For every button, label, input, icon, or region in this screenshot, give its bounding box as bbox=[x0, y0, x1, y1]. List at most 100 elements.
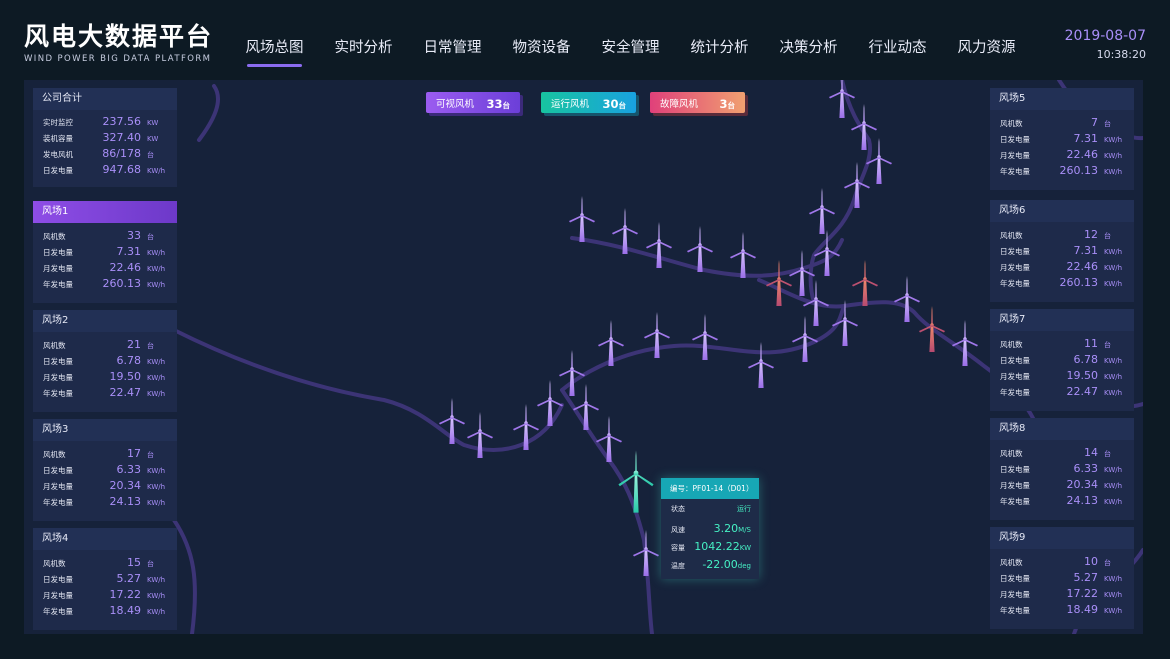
row-label: 年发电量 bbox=[43, 389, 73, 398]
farm-stat-row: 年发电量 260.13 KW/h bbox=[33, 277, 177, 293]
tooltip-label: 风速 bbox=[671, 526, 685, 534]
farm-card[interactable]: 风场1 风机数 33 台日发电量 7.31 KW/h 月发电量 22.46 KW/h 年发电量 26… bbox=[33, 201, 177, 303]
row-label: 日发电量 bbox=[1000, 356, 1030, 365]
turbine-icon[interactable] bbox=[573, 384, 599, 430]
farm-card[interactable]: 风场8 风机数 14 台日发电量 6.33 KW/h 月发电量 20.34 KW/h 年发电量 24… bbox=[990, 418, 1134, 520]
turbine-icon[interactable] bbox=[851, 104, 877, 150]
row-value: 7.31 bbox=[1073, 132, 1099, 145]
turbine-icon[interactable] bbox=[439, 398, 465, 444]
row-value: 7 bbox=[1091, 116, 1098, 129]
row-label: 日发电量 bbox=[43, 357, 73, 366]
visible-turbines-badge[interactable]: 可视风机 33台 bbox=[426, 92, 520, 113]
row-label: 年发电量 bbox=[1000, 279, 1030, 288]
badge-count: 30 bbox=[602, 97, 619, 111]
farm-card[interactable]: 风场7 风机数 11 台日发电量 6.78 KW/h 月发电量 19.50 KW/h 年发电量 22… bbox=[990, 309, 1134, 411]
farm-card[interactable]: 风场3 风机数 17 台日发电量 6.33 KW/h 月发电量 20.34 KW/h 年发电量 24… bbox=[33, 419, 177, 521]
nav-tab[interactable]: 风场总图 bbox=[230, 36, 319, 67]
farm-stat-row: 年发电量 260.13 KW/h bbox=[990, 276, 1134, 292]
row-unit: KW/h bbox=[147, 608, 166, 616]
row-label: 风机数 bbox=[1000, 558, 1023, 567]
road-segment bbox=[172, 328, 564, 452]
nav-tab[interactable]: 日常管理 bbox=[408, 36, 497, 67]
turbine-icon[interactable] bbox=[569, 196, 595, 242]
nav-tab[interactable]: 风力资源 bbox=[942, 36, 1031, 67]
row-unit: KW/h bbox=[1104, 389, 1123, 397]
row-unit: KW/h bbox=[147, 483, 166, 491]
turbine-icon[interactable] bbox=[537, 380, 563, 426]
farm-card[interactable]: 风场4 风机数 15 台日发电量 5.27 KW/h 月发电量 17.22 KW/h 年发电量 18… bbox=[33, 528, 177, 630]
farm-stat-row: 月发电量 20.34 KW/h bbox=[33, 479, 177, 495]
row-unit: 台 bbox=[147, 560, 154, 568]
farm-stat-row: 年发电量 18.49 KW/h bbox=[33, 604, 177, 620]
row-unit: KW/h bbox=[147, 167, 166, 175]
row-label: 风机数 bbox=[43, 559, 66, 568]
turbine-icon[interactable] bbox=[692, 314, 718, 360]
farm-stat-row: 日发电量 6.78 KW/h bbox=[990, 353, 1134, 369]
selected-turbine-icon[interactable] bbox=[618, 450, 654, 513]
nav-tab[interactable]: 决策分析 bbox=[764, 36, 853, 67]
row-label: 日发电量 bbox=[1000, 574, 1030, 583]
farm-stat-row: 月发电量 19.50 KW/h bbox=[990, 369, 1134, 385]
farm-stat-row: 日发电量 5.27 KW/h bbox=[990, 571, 1134, 587]
running-turbines-badge[interactable]: 运行风机 30台 bbox=[541, 92, 636, 113]
badge-label: 故障风机 bbox=[660, 98, 699, 110]
farm-card[interactable]: 风场2 风机数 21 台日发电量 6.78 KW/h 月发电量 19.50 KW/h 年发电量 22… bbox=[33, 310, 177, 412]
farm-stat-row: 年发电量 24.13 KW/h bbox=[990, 494, 1134, 510]
row-unit: KW/h bbox=[147, 265, 166, 273]
fault-turbine-icon[interactable] bbox=[919, 306, 945, 352]
row-unit: KW/h bbox=[147, 592, 166, 600]
farm-stat-row: 月发电量 17.22 KW/h bbox=[33, 588, 177, 604]
nav-tab[interactable]: 统计分析 bbox=[675, 36, 764, 67]
row-unit: KW/h bbox=[1104, 591, 1123, 599]
farm-name: 风场1 bbox=[33, 201, 177, 223]
row-unit: KW/h bbox=[147, 249, 166, 257]
row-label: 日发电量 bbox=[43, 166, 73, 175]
badge-unit: 台 bbox=[727, 101, 736, 110]
row-value: 17.22 bbox=[109, 588, 142, 601]
turbine-icon[interactable] bbox=[633, 530, 659, 576]
farm-card[interactable]: 风场5 风机数 7 台日发电量 7.31 KW/h 月发电量 22.46 KW/h 年发电量 260… bbox=[990, 88, 1134, 190]
row-value: 22.46 bbox=[1066, 148, 1099, 161]
row-label: 年发电量 bbox=[43, 280, 73, 289]
tooltip-label: 容量 bbox=[671, 544, 685, 552]
row-label: 装机容量 bbox=[43, 134, 73, 143]
nav-tab[interactable]: 安全管理 bbox=[586, 36, 675, 67]
row-value: 22.47 bbox=[1066, 385, 1099, 398]
turbine-icon[interactable] bbox=[730, 232, 756, 278]
turbine-icon[interactable] bbox=[596, 416, 622, 462]
main-nav: 风场总图 实时分析 日常管理 物资设备 安全管理 统计分析 决策分析 行业动态 风力资源 bbox=[230, 36, 1031, 67]
turbine-icon[interactable] bbox=[809, 188, 835, 234]
row-value: 20.34 bbox=[1066, 478, 1099, 491]
road-segment bbox=[560, 304, 846, 392]
fault-turbine-icon[interactable] bbox=[852, 260, 878, 306]
row-label: 风机数 bbox=[1000, 231, 1023, 240]
nav-tab[interactable]: 行业动态 bbox=[853, 36, 942, 67]
farm-stat-row: 日发电量 6.33 KW/h bbox=[990, 462, 1134, 478]
farm-stat-row: 风机数 21 台 bbox=[33, 338, 177, 354]
row-label: 月发电量 bbox=[43, 264, 73, 273]
company-summary-card[interactable]: 公司合计 实时监控 237.56 KW 装机容量 327.40 KW 发电风机 … bbox=[33, 88, 177, 187]
fault-turbines-badge[interactable]: 故障风机 3台 bbox=[650, 92, 745, 113]
farm-card[interactable]: 风场6 风机数 12 台日发电量 7.31 KW/h 月发电量 22.46 KW/h 年发电量 26… bbox=[990, 200, 1134, 302]
farm-name: 风场4 bbox=[33, 528, 177, 550]
row-value: 19.50 bbox=[109, 370, 142, 383]
row-label: 风机数 bbox=[1000, 340, 1023, 349]
map-canvas bbox=[172, 80, 1143, 634]
wind-farm-map[interactable] bbox=[24, 80, 1143, 634]
row-unit: KW/h bbox=[1104, 152, 1123, 160]
tooltip-unit: deg bbox=[737, 562, 751, 570]
datetime: 2019-08-07 10:38:20 bbox=[1065, 28, 1146, 61]
row-value: 260.13 bbox=[1059, 164, 1099, 177]
farm-stat-row: 年发电量 22.47 KW/h bbox=[33, 386, 177, 402]
farm-stat-row: 日发电量 7.31 KW/h bbox=[990, 132, 1134, 148]
row-value: 24.13 bbox=[109, 495, 142, 508]
nav-tab[interactable]: 物资设备 bbox=[497, 36, 586, 67]
farm-stat-row: 风机数 15 台 bbox=[33, 556, 177, 572]
summary-row: 实时监控 237.56 KW bbox=[33, 115, 177, 131]
farm-card[interactable]: 风场9 风机数 10 台日发电量 5.27 KW/h 月发电量 17.22 KW/h 年发电量 18… bbox=[990, 527, 1134, 629]
turbine-icon[interactable] bbox=[748, 342, 774, 388]
turbine-icon[interactable] bbox=[513, 404, 539, 450]
row-label: 年发电量 bbox=[1000, 388, 1030, 397]
nav-tab[interactable]: 实时分析 bbox=[319, 36, 408, 67]
farm-stat-row: 日发电量 7.31 KW/h bbox=[990, 244, 1134, 260]
